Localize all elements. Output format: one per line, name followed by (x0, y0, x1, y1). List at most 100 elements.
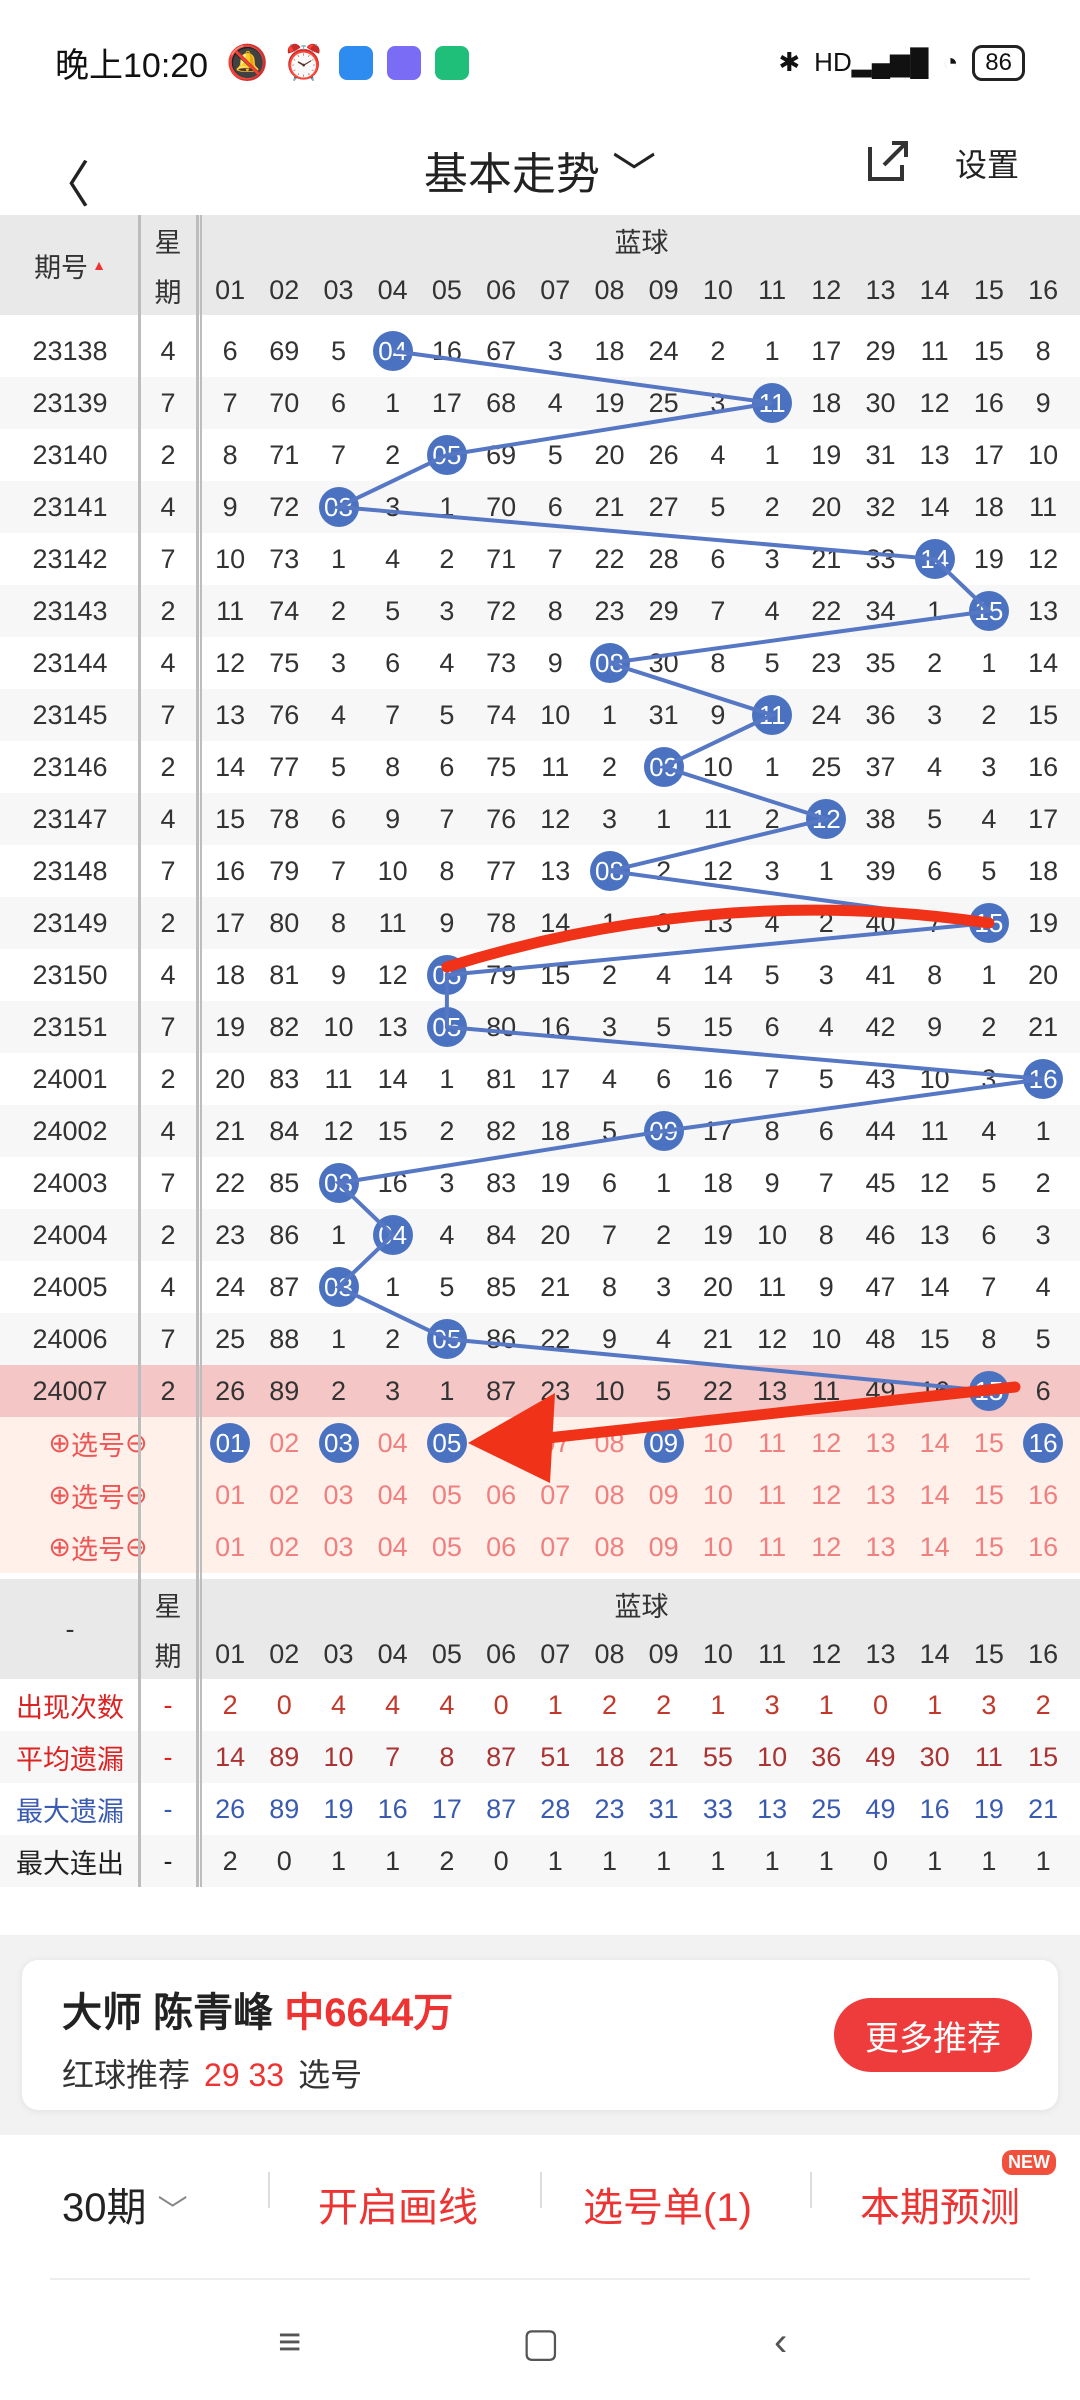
selected-ball[interactable]: 09 (643, 1423, 684, 1463)
select-ball[interactable]: 02 (257, 1417, 311, 1469)
back-icon[interactable]: ‹ (774, 2320, 787, 2365)
app-icon (386, 45, 421, 80)
plus-icon[interactable]: ⊕ (48, 1428, 71, 1459)
select-ball[interactable]: 10 (691, 1469, 745, 1521)
col-header: 03 (323, 274, 354, 305)
status-icons: 🔕 ⏰ (226, 43, 469, 83)
select-ball[interactable]: 11 (745, 1469, 799, 1521)
issue-cell: 23144 (32, 647, 108, 678)
divider (268, 2172, 270, 2208)
select-ball[interactable]: 15 (962, 1469, 1016, 1521)
selected-ball[interactable]: 01 (210, 1423, 251, 1463)
issue-cell: 23147 (32, 803, 108, 834)
hit-ball: 04 (372, 331, 413, 371)
select-ball[interactable]: 07 (528, 1469, 582, 1521)
select-ball[interactable]: 01 (203, 1469, 257, 1521)
miss-cell: 5 (1035, 1323, 1051, 1354)
col-header: 06 (486, 1638, 517, 1669)
miss-cell: 39 (865, 855, 896, 886)
issue-cell: 23138 (32, 335, 108, 366)
select-ball[interactable]: 11 (745, 1417, 799, 1469)
miss-cell: 3 (981, 751, 997, 782)
select-ball[interactable]: 15 (962, 1521, 1016, 1573)
select-ball[interactable]: 12 (799, 1469, 853, 1521)
select-ball[interactable]: 02 (257, 1521, 311, 1573)
select-ball[interactable]: 05 (420, 1469, 474, 1521)
col-header: 03 (323, 1638, 354, 1669)
miss-cell: 88 (269, 1323, 300, 1354)
select-ball[interactable]: 16 (1016, 1469, 1070, 1521)
select-ball[interactable]: 08 (582, 1521, 636, 1573)
minus-icon[interactable]: ⊖ (125, 1532, 148, 1563)
miss-cell: 4 (710, 439, 726, 470)
draw-line-button[interactable]: 开启画线 (318, 2175, 478, 2233)
settings-button[interactable]: 设置 (955, 140, 1019, 186)
stats-cell: 1 (601, 1845, 617, 1876)
miss-cell: 31 (865, 439, 896, 470)
period-selector[interactable]: 30期 ﹀ (62, 2175, 188, 2233)
select-ball[interactable]: 13 (853, 1469, 907, 1521)
miss-cell: 20 (1028, 959, 1059, 990)
home-icon[interactable]: ▢ (522, 2320, 560, 2366)
selected-ball[interactable]: 03 (318, 1423, 359, 1463)
select-ball[interactable]: 11 (745, 1521, 799, 1573)
select-ball[interactable]: 07 (528, 1521, 582, 1573)
miss-cell: 3 (764, 855, 780, 886)
issue-header[interactable]: 期号 ▲ (0, 215, 140, 315)
plus-icon[interactable]: ⊕ (48, 1480, 71, 1511)
select-ball[interactable]: 03 (311, 1521, 365, 1573)
select-ball[interactable]: 14 (908, 1417, 962, 1469)
select-ball[interactable]: 06 (474, 1521, 528, 1573)
select-ball[interactable]: 06 (474, 1469, 528, 1521)
select-ball[interactable]: 12 (799, 1417, 853, 1469)
select-ball[interactable]: 01 (203, 1521, 257, 1573)
select-ball[interactable]: 14 (908, 1521, 962, 1573)
miss-cell: 21 (1028, 1011, 1059, 1042)
select-ball[interactable]: 09 (637, 1521, 691, 1573)
select-ball[interactable]: 08 (582, 1417, 636, 1469)
miss-cell: 48 (865, 1323, 896, 1354)
miss-cell: 73 (269, 543, 300, 574)
selected-ball[interactable]: 16 (1023, 1423, 1064, 1463)
select-ball[interactable]: 04 (366, 1469, 420, 1521)
select-ball[interactable]: 16 (1016, 1521, 1070, 1573)
miss-cell: 4 (656, 1323, 672, 1354)
menu-icon[interactable]: ≡ (278, 2320, 301, 2365)
select-ball[interactable]: 04 (366, 1521, 420, 1573)
select-ball[interactable]: 10 (691, 1521, 745, 1573)
page-title[interactable]: 基本走势 ﹀ (0, 138, 1080, 202)
select-ball[interactable]: 15 (962, 1417, 1016, 1469)
stats-cell: 7 (385, 1741, 401, 1772)
pick-list-button[interactable]: 选号单(1) (583, 2175, 752, 2233)
select-ball[interactable]: 09 (637, 1469, 691, 1521)
select-ball[interactable]: 10 (691, 1417, 745, 1469)
more-recommend-button[interactable]: 更多推荐 (834, 1998, 1032, 2072)
miss-cell: 70 (269, 387, 300, 418)
select-ball[interactable]: 13 (853, 1417, 907, 1469)
select-ball[interactable]: 02 (257, 1469, 311, 1521)
minus-icon[interactable]: ⊖ (125, 1428, 148, 1459)
select-ball[interactable]: 12 (799, 1521, 853, 1573)
week-header: 星 (154, 227, 182, 258)
select-ball[interactable]: 06 (474, 1417, 528, 1469)
stats-cell: 1 (927, 1689, 943, 1720)
minus-icon[interactable]: ⊖ (125, 1480, 148, 1511)
miss-cell: 1 (981, 647, 997, 678)
select-ball[interactable]: 08 (582, 1469, 636, 1521)
select-ball[interactable]: 03 (311, 1469, 365, 1521)
miss-cell: 18 (702, 1167, 733, 1198)
select-ball[interactable]: 13 (853, 1521, 907, 1573)
plus-icon[interactable]: ⊕ (48, 1532, 71, 1563)
select-ball[interactable]: 07 (528, 1417, 582, 1469)
col-header: 09 (648, 1638, 679, 1669)
miss-cell: 2 (710, 335, 726, 366)
select-ball[interactable]: 04 (366, 1417, 420, 1469)
select-ball[interactable]: 05 (420, 1521, 474, 1573)
selected-ball[interactable]: 05 (426, 1423, 467, 1463)
expert-card[interactable]: 大师 陈青峰 中6644万 红球推荐 29 33 选号 更多推荐 (22, 1960, 1058, 2110)
miss-cell: 1 (439, 491, 455, 522)
select-ball[interactable]: 14 (908, 1469, 962, 1521)
predict-button[interactable]: 本期预测 (860, 2175, 1020, 2233)
stats-cell: 1 (927, 1845, 943, 1876)
share-icon[interactable] (862, 135, 914, 187)
